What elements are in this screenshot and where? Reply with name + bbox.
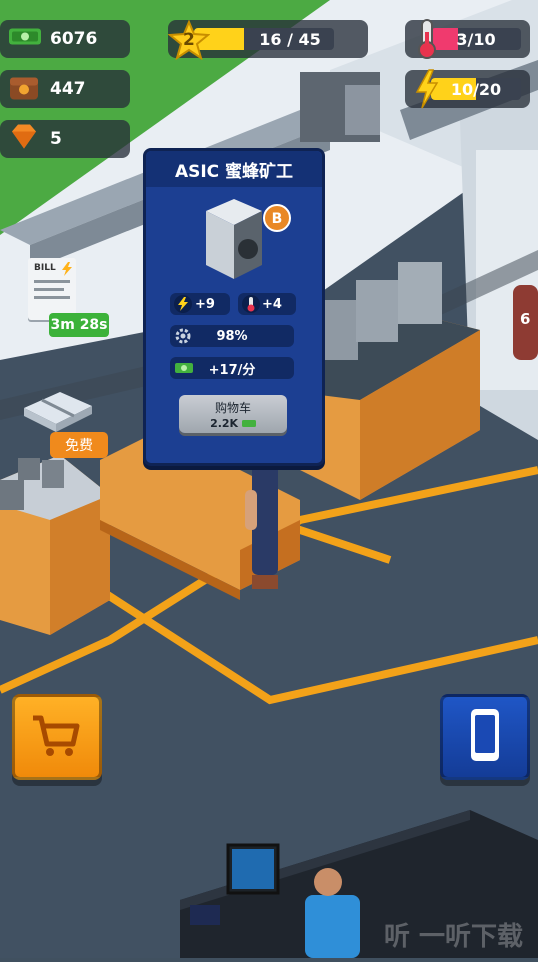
- wallet-counter[interactable]: 447: [0, 70, 130, 108]
- thermometer-icon: [415, 18, 439, 65]
- power-stat: +9: [170, 293, 230, 315]
- bill-line: [34, 280, 70, 283]
- temperature-bar: 3/10: [431, 28, 521, 50]
- watermark: 听 一听下载: [384, 922, 524, 952]
- diamond-icon: [8, 123, 40, 156]
- phone-button[interactable]: [440, 694, 530, 780]
- cash-value: 6076: [50, 29, 98, 49]
- gem-value: 5: [50, 129, 62, 149]
- lightning-icon: [413, 68, 441, 115]
- xp-text: 16 / 45: [259, 29, 321, 49]
- wallet-value: 447: [50, 79, 86, 99]
- temperature-text: 3/10: [456, 29, 496, 49]
- bill-lightning-icon: [62, 261, 72, 280]
- miner-title: ASIC 蜜蜂矿工: [146, 151, 322, 187]
- extinguisher-number: 6: [520, 310, 531, 328]
- wallet-icon: [8, 72, 40, 107]
- energy-bar: 10/20: [431, 78, 521, 100]
- buy-price: 2.2K: [210, 417, 239, 430]
- smartphone-icon: [469, 707, 501, 767]
- asic-miner-image: [204, 197, 266, 285]
- level-progress[interactable]: 16 / 45 2: [167, 19, 368, 61]
- buy-label: 购物车: [214, 401, 251, 415]
- heat-stat: +4: [238, 293, 296, 315]
- gem-counter[interactable]: 5: [0, 120, 130, 158]
- rack-left[interactable]: [0, 455, 110, 635]
- free-reward-button[interactable]: 免费: [50, 432, 108, 458]
- miner-info-card: ASIC 蜜蜂矿工 B +9 +4 98% +17/分 购物车 2.2K: [143, 148, 325, 466]
- shop-cart-button[interactable]: [12, 694, 102, 780]
- bill-line: [34, 296, 70, 299]
- cash-icon: [8, 27, 42, 52]
- svg-text:B: B: [272, 211, 283, 227]
- bill-timer: 3m 28s: [49, 313, 109, 337]
- income-stat: +17/分: [170, 357, 294, 379]
- energy-meter[interactable]: 10/20: [405, 69, 530, 109]
- energy-text: 10/20: [450, 79, 502, 99]
- level-number: 2: [183, 30, 195, 50]
- cash-counter[interactable]: 6076: [0, 20, 130, 58]
- price-cash-icon: [241, 418, 256, 431]
- shopping-cart-icon: [31, 712, 81, 764]
- temperature-meter[interactable]: 3/10: [405, 19, 530, 59]
- bill-line: [34, 288, 64, 291]
- bitcoin-icon: B: [262, 203, 292, 237]
- buy-miner-button[interactable]: 购物车 2.2K: [179, 395, 287, 433]
- bill-document[interactable]: BILL: [28, 258, 76, 320]
- efficiency-stat: 98%: [170, 325, 294, 347]
- bill-label: BILL: [34, 263, 56, 273]
- free-cash-stack[interactable]: [24, 392, 94, 436]
